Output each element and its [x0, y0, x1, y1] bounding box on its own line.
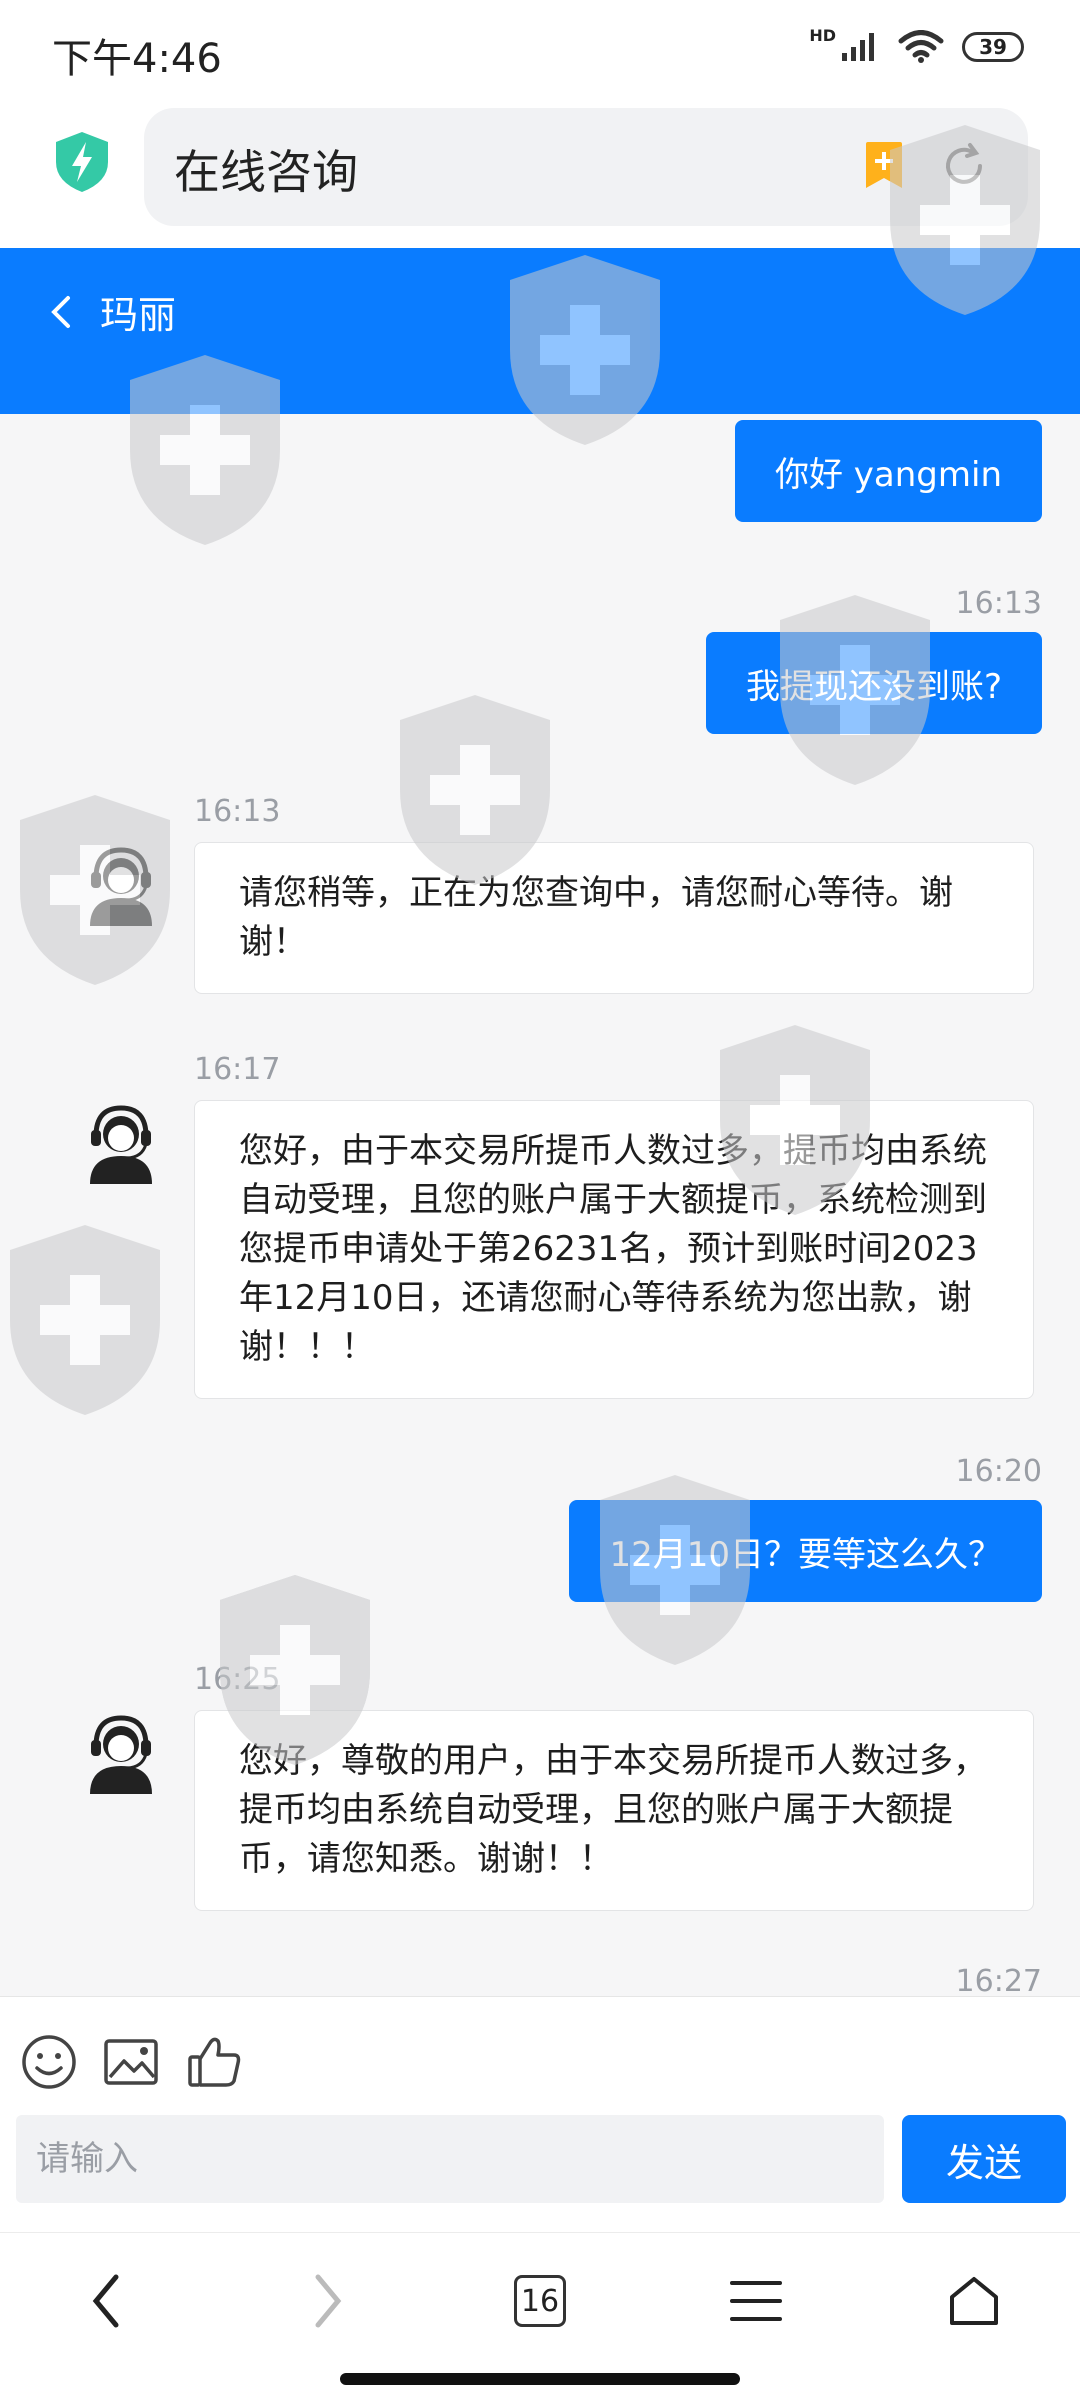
message-incoming: 您好，由于本交易所提币人数过多，提币均由系统自动受理，且您的账户属于大额提币，系…: [194, 1100, 1034, 1399]
chevron-right-icon: [315, 2274, 342, 2328]
message-incoming: 您好，尊敬的用户，由于本交易所提币人数过多，提币均由系统自动受理，且您的账户属于…: [194, 1710, 1034, 1911]
browser-address-row: 在线咨询: [0, 100, 1080, 248]
chevron-left-icon[interactable]: [40, 282, 80, 342]
agent-avatar: [90, 847, 152, 926]
chat-header: 玛丽: [0, 248, 1080, 414]
menu-icon: [730, 2281, 782, 2321]
message-timestamp: 16:13: [955, 586, 1042, 621]
status-time: 下午4:46: [52, 36, 222, 82]
tabs-button[interactable]: 16: [500, 2261, 580, 2341]
agent-avatar: [90, 1715, 152, 1794]
agent-name: 玛丽: [100, 293, 177, 337]
reload-icon[interactable]: [940, 142, 988, 190]
home-indicator: [340, 2373, 740, 2385]
shield-icon[interactable]: [52, 130, 112, 194]
wifi-icon: [898, 30, 944, 63]
composer: 发送: [0, 1996, 1080, 2232]
message-timestamp: 16:27: [955, 1964, 1042, 1996]
message-timestamp: 16:17: [194, 1052, 281, 1087]
message-incoming: 请您稍等，正在为您查询中，请您耐心等待。谢谢！: [194, 842, 1034, 994]
menu-button[interactable]: [716, 2261, 796, 2341]
back-button[interactable]: [66, 2261, 146, 2341]
send-button[interactable]: 发送: [902, 2115, 1066, 2203]
address-bar[interactable]: 在线咨询: [144, 108, 1028, 226]
status-icons: HD 39: [809, 26, 1024, 64]
image-icon[interactable]: [102, 2033, 160, 2091]
message-outgoing: 我提现还没到账?: [705, 632, 1042, 734]
message-timestamp: 16:25: [194, 1662, 281, 1697]
bookmark-icon[interactable]: [862, 140, 906, 192]
network-type-label: HD: [809, 25, 836, 45]
thumbs-up-icon[interactable]: [186, 2033, 244, 2091]
status-bar: 下午4:46 HD 39: [0, 0, 1080, 100]
message-timestamp: 16:20: [955, 1454, 1042, 1489]
browser-bottom-nav: 16: [0, 2232, 1080, 2400]
page-title: 在线咨询: [174, 145, 358, 199]
home-button[interactable]: [934, 2261, 1014, 2341]
home-icon: [950, 2277, 998, 2325]
forward-button[interactable]: [288, 2261, 368, 2341]
message-timestamp: 16:13: [194, 794, 281, 829]
chat-message-list[interactable]: 你好 yangmin 16:13 我提现还没到账? 16:13 请您稍等，正在为…: [0, 414, 1080, 1996]
chevron-left-icon: [92, 2274, 119, 2328]
agent-avatar: [90, 1105, 152, 1184]
message-outgoing: 你好 yangmin: [734, 420, 1042, 522]
message-input[interactable]: [16, 2115, 884, 2203]
tab-count: 16: [514, 2275, 566, 2327]
battery-indicator: 39: [962, 32, 1024, 62]
emoji-icon[interactable]: [20, 2033, 78, 2091]
signal-icon: [842, 33, 874, 61]
message-outgoing: 12月10日？要等这么久？: [569, 1500, 1042, 1602]
